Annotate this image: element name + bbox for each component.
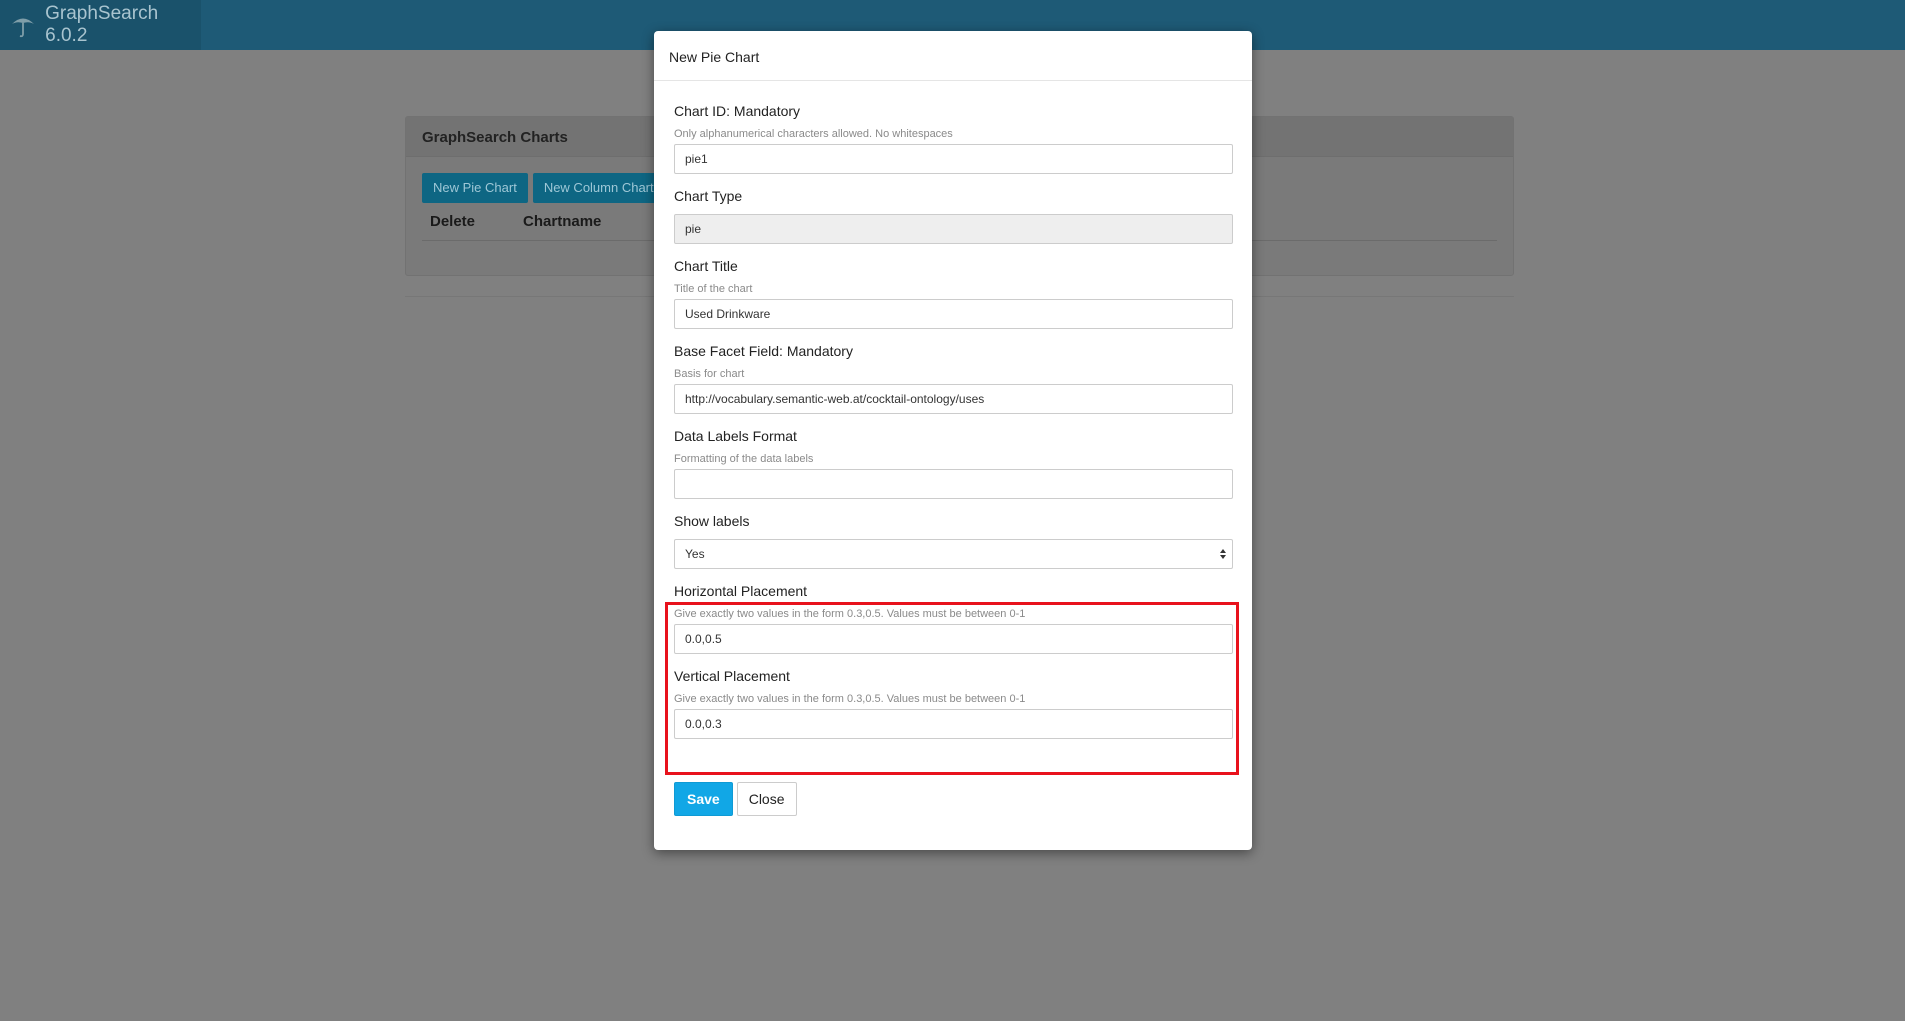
- chart-title-group: Chart Title Title of the chart Used Drin…: [674, 258, 1233, 329]
- app-title: GraphSearch 6.0.2: [45, 3, 159, 46]
- chart-title-help: Title of the chart: [674, 283, 753, 295]
- vertical-placement-label: Vertical Placement: [674, 668, 790, 684]
- vertical-placement-input[interactable]: 0.0,0.3: [674, 709, 1233, 739]
- chart-type-label: Chart Type: [674, 188, 743, 204]
- chart-id-help: Only alphanumerical characters allowed. …: [674, 128, 953, 140]
- modal-title: New Pie Chart: [654, 31, 1252, 81]
- chart-type-input: pie: [674, 214, 1233, 244]
- show-labels-label: Show labels: [674, 513, 750, 529]
- modal-footer: Save Close: [674, 782, 797, 816]
- chart-id-label: Chart ID: Mandatory: [674, 103, 801, 119]
- column-delete: Delete: [430, 213, 476, 230]
- chart-id-group: Chart ID: Mandatory Only alphanumerical …: [674, 103, 1233, 174]
- data-labels-label: Data Labels Format: [674, 428, 797, 444]
- chart-title-label: Chart Title: [674, 258, 738, 274]
- base-facet-input[interactable]: http://vocabulary.semantic-web.at/cockta…: [674, 384, 1233, 414]
- chart-title-input[interactable]: Used Drinkware: [674, 299, 1233, 329]
- data-labels-help: Formatting of the data labels: [674, 453, 814, 465]
- select-arrows-icon: [1220, 549, 1226, 559]
- vertical-placement-help: Give exactly two values in the form 0.3,…: [674, 693, 1026, 705]
- show-labels-select[interactable]: Yes: [674, 539, 1233, 569]
- chart-type-group: Chart Type pie: [674, 188, 1233, 244]
- base-facet-group: Base Facet Field: Mandatory Basis for ch…: [674, 343, 1233, 414]
- chart-id-input[interactable]: pie1: [674, 144, 1233, 174]
- panel-buttons: New Pie Chart New Column Chart: [422, 173, 665, 203]
- new-pie-chart-modal: New Pie Chart Chart ID: Mandatory Only a…: [654, 31, 1252, 850]
- table-header: Delete Chartname: [430, 213, 601, 230]
- vertical-placement-group: Vertical Placement Give exactly two valu…: [674, 668, 1233, 739]
- close-button[interactable]: Close: [736, 782, 797, 816]
- data-labels-input[interactable]: [674, 469, 1233, 499]
- save-button[interactable]: Save: [674, 782, 733, 816]
- column-chartname: Chartname: [523, 213, 602, 230]
- horizontal-placement-input[interactable]: 0.0,0.5: [674, 624, 1233, 654]
- show-labels-group: Show labels Yes: [674, 513, 1233, 569]
- base-facet-help: Basis for chart: [674, 368, 745, 380]
- horizontal-placement-help: Give exactly two values in the form 0.3,…: [674, 608, 1026, 620]
- horizontal-placement-group: Horizontal Placement Give exactly two va…: [674, 583, 1233, 654]
- brand[interactable]: GraphSearch 6.0.2: [0, 0, 201, 50]
- base-facet-label: Base Facet Field: Mandatory: [674, 343, 853, 359]
- new-pie-chart-button[interactable]: New Pie Chart: [422, 173, 528, 203]
- modal-body: Chart ID: Mandatory Only alphanumerical …: [654, 81, 1252, 739]
- data-labels-group: Data Labels Format Formatting of the dat…: [674, 428, 1233, 499]
- new-column-chart-button[interactable]: New Column Chart: [532, 173, 665, 203]
- horizontal-placement-label: Horizontal Placement: [674, 583, 808, 599]
- show-labels-value: Yes: [685, 547, 705, 561]
- umbrella-icon: [8, 10, 37, 40]
